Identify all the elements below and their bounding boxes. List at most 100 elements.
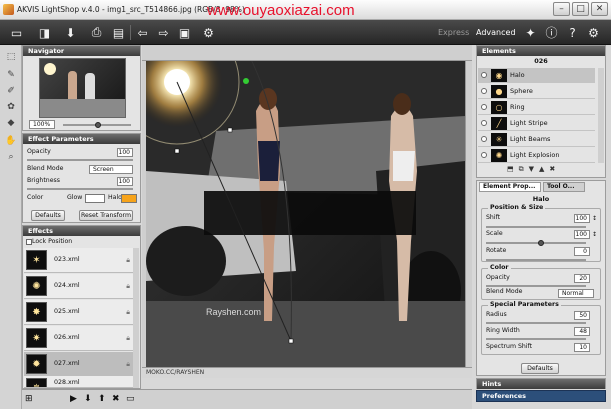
- canvas-vertical-scrollbar[interactable]: [465, 61, 472, 367]
- scale-spinner-icon[interactable]: ↕: [592, 231, 597, 238]
- rotate-slider[interactable]: [486, 259, 586, 261]
- lock-icon[interactable]: 🔒︎: [126, 308, 130, 317]
- hints-title[interactable]: Hints: [477, 379, 605, 389]
- advanced-mode-tab[interactable]: Advanced: [476, 28, 516, 37]
- lock-icon[interactable]: 🔒︎: [126, 334, 130, 343]
- element-item-ring[interactable]: ○ Ring: [478, 100, 595, 115]
- add-element-icon[interactable]: ⬒: [507, 165, 514, 174]
- upload-icon[interactable]: ⬆: [98, 394, 106, 404]
- pen-tool-icon[interactable]: ✐: [5, 85, 17, 97]
- express-mode-tab[interactable]: Express: [438, 28, 469, 37]
- bottom-toolbar: ⊞ ▶ ⬇ ⬆ ✖ ▭: [22, 389, 472, 409]
- element-item-halo[interactable]: ◉ Halo: [478, 68, 595, 83]
- defaults-button[interactable]: Defaults: [31, 210, 65, 221]
- lock-position-label: Lock Position: [32, 238, 73, 245]
- scale-slider[interactable]: [486, 242, 586, 244]
- radius-field[interactable]: 50: [574, 311, 590, 320]
- help-icon[interactable]: ?: [564, 24, 581, 41]
- shift-spinner-icon[interactable]: ↕: [592, 215, 597, 222]
- scale-field[interactable]: 100: [574, 230, 590, 239]
- spectrum-shift-field[interactable]: 10: [574, 343, 590, 352]
- folder-icon[interactable]: ▭: [126, 394, 135, 404]
- preferences-link[interactable]: Preferences: [477, 391, 605, 402]
- elements-scrollbar[interactable]: [598, 68, 604, 163]
- radius-slider[interactable]: [486, 322, 586, 324]
- delete-element-icon[interactable]: ✖: [549, 165, 555, 174]
- light-bulb-icon[interactable]: ✦: [522, 24, 539, 41]
- delete-icon[interactable]: ✖: [112, 394, 120, 404]
- print-icon[interactable]: ⎙: [88, 24, 105, 41]
- glow-color-swatch[interactable]: [85, 194, 105, 203]
- maximize-button[interactable]: □: [572, 2, 589, 16]
- move-up-icon[interactable]: ▲: [539, 165, 544, 174]
- navigator-panel: Navigator 100%: [22, 45, 141, 131]
- shift-slider[interactable]: [486, 226, 586, 228]
- duplicate-element-icon[interactable]: ⧉: [519, 165, 524, 174]
- effect-item[interactable]: ✺ 024.xml 🔒︎: [24, 274, 133, 299]
- undo-icon[interactable]: ⇦: [134, 24, 151, 41]
- zoom-tool-icon[interactable]: ⌕: [5, 151, 17, 163]
- element-opacity-field[interactable]: 20: [574, 274, 590, 283]
- title-bar: AKVIS LightShop v.4.0 - img1_src_T514866…: [0, 0, 611, 20]
- download-icon[interactable]: ⬇: [84, 394, 92, 404]
- before-after-icon[interactable]: ▣: [176, 24, 193, 41]
- download-icon[interactable]: ⬇: [62, 24, 79, 41]
- element-item-sphere[interactable]: ● Sphere: [478, 84, 595, 99]
- reset-transform-button[interactable]: Reset Transform: [79, 210, 133, 221]
- navigator-preview[interactable]: [39, 58, 126, 118]
- element-item-light-explosion[interactable]: ✺ Light Explosion: [478, 148, 595, 163]
- close-button[interactable]: ✕: [591, 2, 608, 16]
- opacity-slider[interactable]: [27, 159, 133, 161]
- element-item-light-stripe[interactable]: ╱ Light Stripe: [478, 116, 595, 131]
- effects-scrollbar[interactable]: [133, 248, 139, 388]
- brush-tool-icon[interactable]: ✿: [5, 101, 17, 113]
- play-icon[interactable]: ▶: [70, 394, 77, 404]
- save-icon[interactable]: ◨: [36, 24, 53, 41]
- element-defaults-button[interactable]: Defaults: [521, 363, 559, 374]
- effect-item[interactable]: ✸ 025.xml 🔒︎: [24, 300, 133, 325]
- brightness-slider[interactable]: [27, 188, 133, 190]
- tab-element-properties[interactable]: Element Prop...: [479, 182, 541, 192]
- tab-tool-options[interactable]: Tool O...: [543, 182, 585, 192]
- info-icon[interactable]: ⓘ: [543, 24, 560, 41]
- opacity-field[interactable]: 100: [117, 148, 133, 157]
- ring-width-slider[interactable]: [486, 338, 586, 340]
- shift-field[interactable]: 100: [574, 214, 590, 223]
- effect-item[interactable]: ✶ 023.xml 🔒︎: [24, 248, 133, 273]
- eraser-tool-icon[interactable]: ◆: [5, 117, 17, 129]
- zoom-slider-knob[interactable]: [95, 122, 101, 128]
- top-ruler: [142, 45, 472, 61]
- lock-icon[interactable]: 🔒︎: [126, 360, 130, 369]
- hints-panel: Hints: [476, 378, 606, 389]
- ring-width-field[interactable]: 48: [574, 327, 590, 336]
- lock-position-checkbox[interactable]: [26, 239, 32, 245]
- element-blend-mode-select[interactable]: Normal: [558, 289, 594, 298]
- select-tool-icon[interactable]: ⬚: [5, 51, 17, 63]
- blend-mode-select[interactable]: Screen: [89, 165, 133, 174]
- rotate-field[interactable]: 0: [574, 247, 590, 256]
- open-icon[interactable]: ▭: [8, 24, 25, 41]
- lock-icon[interactable]: 🔒︎: [126, 282, 130, 291]
- gear-icon[interactable]: ⚙: [585, 24, 602, 41]
- effect-item[interactable]: ✵ 028.xml: [24, 376, 133, 388]
- run-icon[interactable]: ⚙: [200, 24, 217, 41]
- canvas-horizontal-scrollbar[interactable]: MOKO.CC/RAYSHEN: [142, 367, 472, 378]
- effect-parameters-title: Effect Parameters: [23, 134, 140, 144]
- move-down-icon[interactable]: ▼: [529, 165, 534, 174]
- lock-icon[interactable]: 🔒︎: [126, 256, 130, 265]
- effect-thumbnail: ✵: [26, 378, 47, 387]
- halo-color-swatch[interactable]: [121, 194, 137, 203]
- image-canvas[interactable]: Rayshen.com: [146, 61, 465, 367]
- zoom-combo[interactable]: 100%: [29, 120, 55, 129]
- element-item-light-beams[interactable]: ✳ Light Beams: [478, 132, 595, 147]
- wand-tool-icon[interactable]: ✎: [5, 69, 17, 81]
- transform-icon[interactable]: ⊞: [25, 394, 33, 404]
- effect-item-selected[interactable]: ✹ 027.xml 🔒︎: [24, 352, 133, 377]
- hand-tool-icon[interactable]: ✋: [5, 135, 17, 147]
- brightness-field[interactable]: 100: [117, 177, 133, 186]
- minimize-button[interactable]: –: [553, 2, 570, 16]
- effect-item[interactable]: ✷ 026.xml 🔒︎: [24, 326, 133, 351]
- navigator-title: Navigator: [23, 46, 140, 56]
- redo-icon[interactable]: ⇨: [155, 24, 172, 41]
- print-icon-2[interactable]: ▤: [110, 24, 127, 41]
